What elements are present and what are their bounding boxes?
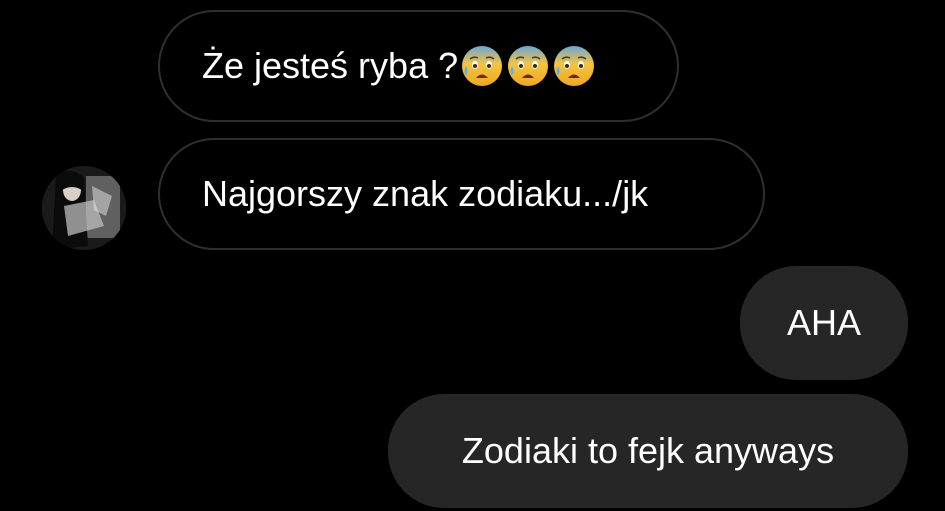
message-text: Zodiaki to fejk anyways [461,430,835,471]
incoming-message-bubble[interactable]: Że jesteś ryba ? [158,10,679,122]
message-text: Że jesteś ryba ? [202,45,459,86]
avatar-image [42,166,126,250]
outgoing-message-bubble[interactable]: Zodiaki to fejk anyways [388,394,908,508]
message-text: AHA [786,302,862,343]
incoming-message-bubble[interactable]: Najgorszy znak zodiaku.../jk [158,138,765,250]
emoji-group [460,44,596,88]
anxious-face-with-sweat-icon [508,46,549,86]
message-text: Najgorszy znak zodiaku.../jk [202,173,649,214]
outgoing-message-bubble[interactable]: AHA [740,266,908,380]
anxious-face-with-sweat-icon [462,46,503,86]
anxious-face-with-sweat-icon [554,46,595,86]
sender-avatar[interactable] [42,166,126,250]
